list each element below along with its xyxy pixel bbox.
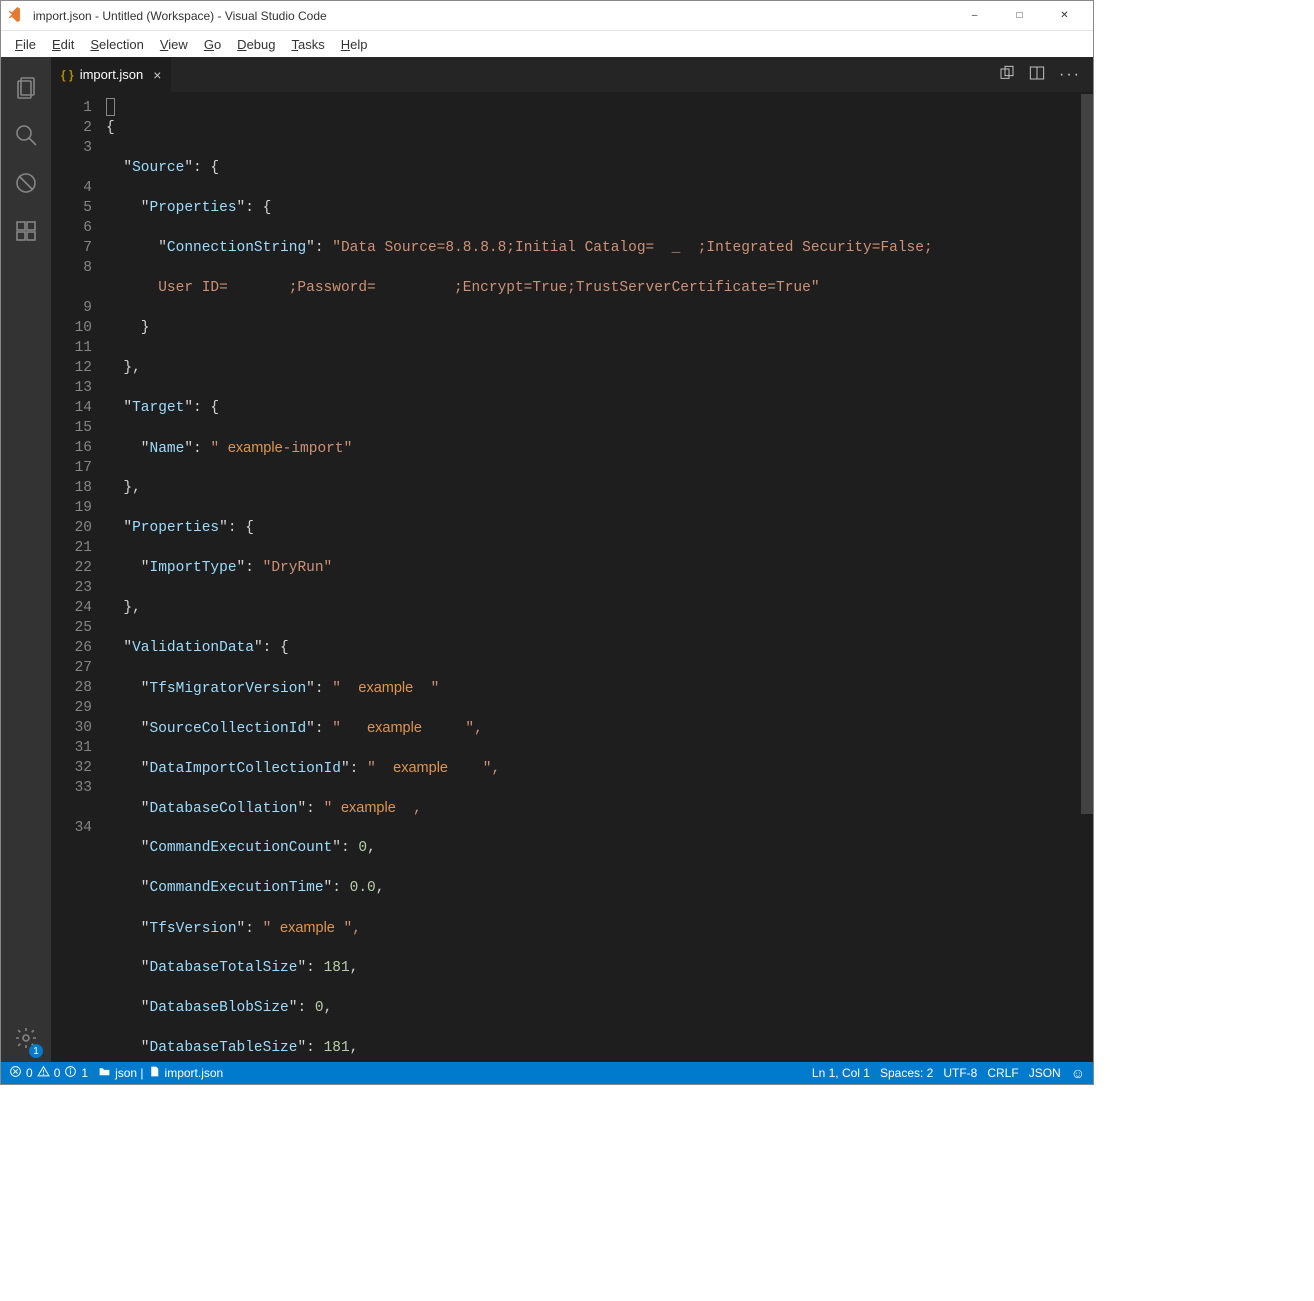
scroll-thumb[interactable] [1081, 94, 1093, 814]
menu-view[interactable]: View [152, 35, 196, 54]
status-spaces[interactable]: Spaces: 2 [880, 1066, 933, 1080]
debug-icon[interactable] [1, 159, 51, 207]
menu-file[interactable]: File [7, 35, 44, 54]
line-number: 27 [51, 658, 92, 678]
warning-icon [37, 1065, 50, 1081]
line-number: 8 [51, 258, 92, 278]
gear-badge: 1 [29, 1044, 43, 1058]
feedback-smiley-icon[interactable]: ☺ [1071, 1065, 1085, 1081]
menu-bar: File Edit Selection View Go Debug Tasks … [1, 31, 1093, 57]
window-title: import.json - Untitled (Workspace) - Vis… [33, 9, 952, 23]
line-number: 4 [51, 178, 92, 198]
line-number: 21 [51, 538, 92, 558]
line-number: 18 [51, 478, 92, 498]
line-number: 9 [51, 298, 92, 318]
tab-filename: import.json [80, 67, 144, 82]
line-number: 15 [51, 418, 92, 438]
line-number: 16 [51, 438, 92, 458]
vscode-logo-icon [7, 7, 25, 25]
line-number: 20 [51, 518, 92, 538]
folder-icon [98, 1065, 111, 1081]
line-gutter: 1234567891011121314151617181920212223242… [51, 92, 106, 1062]
menu-edit[interactable]: Edit [44, 35, 82, 54]
line-number [51, 278, 92, 298]
info-icon [64, 1065, 77, 1081]
menu-help[interactable]: Help [333, 35, 376, 54]
tabs-row: { } import.json × ··· [51, 57, 1093, 92]
compare-changes-icon[interactable] [999, 65, 1015, 84]
menu-selection[interactable]: Selection [82, 35, 151, 54]
line-number: 24 [51, 598, 92, 618]
main-area: 1 { } import.json × ··· 1234567 [1, 57, 1093, 1062]
cursor [106, 98, 115, 116]
status-encoding[interactable]: UTF-8 [943, 1066, 977, 1080]
tab-close-icon[interactable]: × [153, 67, 161, 83]
code-content[interactable]: { "Source": { "Properties": { "Connectio… [106, 92, 1081, 1062]
line-number [51, 158, 92, 178]
line-number: 1 [51, 98, 92, 118]
status-language[interactable]: JSON [1029, 1066, 1061, 1080]
more-actions-icon[interactable]: ··· [1059, 66, 1081, 84]
line-number: 6 [51, 218, 92, 238]
title-bar: import.json - Untitled (Workspace) - Vis… [1, 1, 1093, 31]
close-window-button[interactable]: ✕ [1042, 1, 1087, 31]
search-icon[interactable] [1, 111, 51, 159]
line-number: 3 [51, 138, 92, 158]
line-number: 5 [51, 198, 92, 218]
line-number: 30 [51, 718, 92, 738]
line-number: 13 [51, 378, 92, 398]
line-number: 34 [51, 818, 92, 838]
file-icon [148, 1065, 161, 1081]
split-editor-icon[interactable] [1029, 65, 1045, 84]
explorer-icon[interactable] [1, 63, 51, 111]
vertical-scrollbar[interactable] [1081, 92, 1093, 1062]
activity-bar: 1 [1, 57, 51, 1062]
line-number: 33 [51, 778, 92, 798]
editor-actions: ··· [987, 57, 1093, 92]
status-bar: 0 0 1 json | import.json Ln 1, Col 1 Spa… [1, 1062, 1093, 1084]
line-number: 14 [51, 398, 92, 418]
maximize-button[interactable]: □ [997, 1, 1042, 31]
code-editor[interactable]: 1234567891011121314151617181920212223242… [51, 92, 1093, 1062]
tabs-spacer [172, 57, 987, 92]
line-number: 31 [51, 738, 92, 758]
line-number: 32 [51, 758, 92, 778]
line-number: 12 [51, 358, 92, 378]
status-breadcrumb[interactable]: json | import.json [98, 1065, 223, 1081]
status-problems[interactable]: 0 0 1 [9, 1065, 88, 1081]
json-file-icon: { } [61, 68, 74, 82]
status-ln-col[interactable]: Ln 1, Col 1 [812, 1066, 870, 1080]
line-number [51, 798, 92, 818]
error-icon [9, 1065, 22, 1081]
menu-go[interactable]: Go [196, 35, 229, 54]
line-number: 2 [51, 118, 92, 138]
tab-import-json[interactable]: { } import.json × [51, 57, 172, 92]
editor-group: { } import.json × ··· 123456789101112131… [51, 57, 1093, 1062]
extensions-icon[interactable] [1, 207, 51, 255]
window-controls: – □ ✕ [952, 1, 1087, 31]
minimize-button[interactable]: – [952, 1, 997, 31]
status-eol[interactable]: CRLF [987, 1066, 1018, 1080]
line-number: 22 [51, 558, 92, 578]
line-number: 28 [51, 678, 92, 698]
settings-gear-icon[interactable]: 1 [1, 1014, 51, 1062]
line-number: 17 [51, 458, 92, 478]
line-number: 19 [51, 498, 92, 518]
line-number: 29 [51, 698, 92, 718]
line-number: 10 [51, 318, 92, 338]
line-number: 26 [51, 638, 92, 658]
line-number: 11 [51, 338, 92, 358]
line-number: 23 [51, 578, 92, 598]
line-number: 25 [51, 618, 92, 638]
menu-debug[interactable]: Debug [229, 35, 283, 54]
line-number: 7 [51, 238, 92, 258]
menu-tasks[interactable]: Tasks [283, 35, 332, 54]
